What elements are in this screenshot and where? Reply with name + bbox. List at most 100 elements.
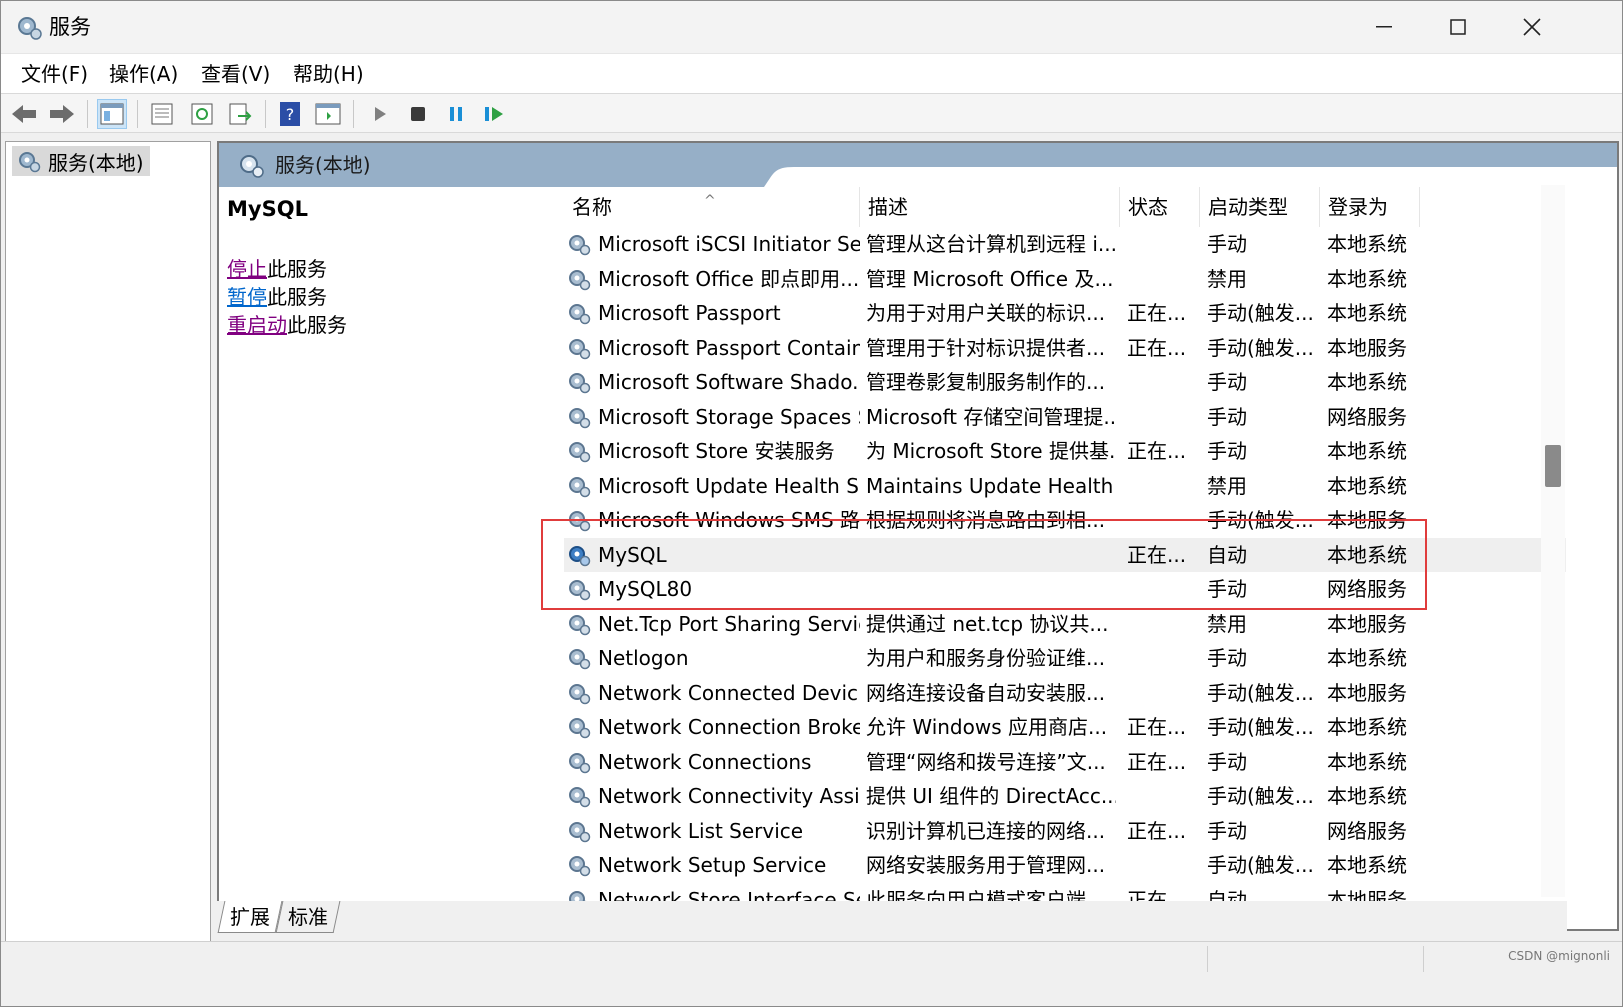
console-button[interactable] [313, 99, 343, 129]
scrollbar-thumb[interactable] [1545, 445, 1561, 487]
service-name: Microsoft Update Health S... [598, 473, 860, 498]
service-row[interactable]: Microsoft iSCSI Initiator Ser... 管理从这台计算机… [564, 227, 1566, 262]
restart-service-button[interactable] [479, 99, 509, 129]
service-name: MySQL [598, 542, 667, 567]
service-description: 为 Microsoft Store 提供基... [866, 439, 1116, 463]
service-row[interactable]: Net.Tcp Port Sharing Service 提供通过 net.tcp… [564, 607, 1566, 642]
selected-service-name: MySQL [227, 197, 308, 221]
service-description: 为用户和服务身份验证维... [866, 646, 1106, 670]
service-startup-type: 手动 [1207, 818, 1247, 843]
tab-standard-label: 标准 [288, 905, 328, 929]
close-button[interactable] [1495, 1, 1569, 53]
restart-service-link[interactable]: 重启动 [227, 313, 287, 337]
pause-service-link[interactable]: 暂停 [227, 285, 267, 309]
service-status: 正在... [1127, 542, 1187, 567]
pane-header: 服务(本地) [219, 143, 1617, 187]
service-startup-type: 手动(触发... [1207, 784, 1314, 808]
service-logon-as: 本地系统 [1327, 266, 1407, 291]
menu-file[interactable]: 文件(F) [21, 60, 88, 88]
service-startup-type: 手动 [1207, 370, 1247, 394]
export-icon [229, 103, 252, 125]
toolbar: ? [1, 93, 1622, 133]
show-hide-tree-button[interactable] [97, 99, 127, 129]
tab-standard[interactable]: 标准 [275, 901, 341, 933]
service-row[interactable]: Microsoft Passport Container 管理用于针对标识提供者.… [564, 331, 1566, 366]
column-header-description[interactable]: 描述 [860, 187, 1120, 227]
service-status: 正在... [1127, 749, 1187, 774]
svg-text:?: ? [286, 105, 295, 124]
column-header-name[interactable]: 名称 ^ [564, 187, 860, 227]
service-row[interactable]: MySQL 正在... 自动 本地系统 [564, 537, 1566, 572]
action-pause-row: 暂停此服务 [227, 283, 327, 311]
forward-button[interactable] [47, 99, 77, 129]
services-gear-icon [19, 152, 41, 173]
service-row[interactable]: Network Connection Broker 允许 Windows 应用商店… [564, 710, 1566, 745]
service-logon-as: 本地系统 [1327, 715, 1407, 739]
service-row[interactable]: Microsoft Windows SMS 路... 根据规则将消息路由到相...… [564, 503, 1566, 538]
menu-help[interactable]: 帮助(H) [293, 60, 364, 88]
tab-extended[interactable]: 扩展 [217, 901, 283, 933]
back-button[interactable] [9, 99, 39, 129]
service-row[interactable]: Network Connections 管理“网络和拨号连接”文... 正在... 手… [564, 745, 1566, 780]
service-row[interactable]: MySQL80 手动 网络服务 [564, 572, 1566, 607]
service-row[interactable]: Microsoft Passport 为用于对用户关联的标识... 正在... 手动(… [564, 296, 1566, 331]
services-window: 服务 文件(F) 操作(A) 查看(V) 帮助(H) ? 服务(本地) 服务(本… [0, 0, 1623, 1007]
service-startup-type: 手动 [1207, 439, 1247, 463]
service-logon-as: 网络服务 [1327, 818, 1407, 843]
menu-view[interactable]: 查看(V) [201, 60, 270, 88]
show-hide-tree-icon [100, 103, 124, 125]
service-row[interactable]: Netlogon 为用户和服务身份验证维... 手动 本地系统 [564, 641, 1566, 676]
service-name: Microsoft Windows SMS 路... [598, 508, 860, 532]
minimize-button[interactable] [1347, 1, 1421, 53]
service-name: Network Connections [598, 749, 812, 774]
action-stop-row: 停止此服务 [227, 255, 327, 283]
refresh-button[interactable] [187, 99, 217, 129]
service-status: 正在... [1127, 715, 1187, 739]
tree-node-services-local[interactable]: 服务(本地) [12, 146, 150, 176]
service-logon-as: 网络服务 [1327, 577, 1407, 601]
status-separator [1423, 946, 1424, 972]
toolbar-separator [353, 100, 354, 128]
service-status: 正在... [1127, 439, 1187, 463]
properties-button[interactable] [147, 99, 177, 129]
stop-service-button[interactable] [403, 99, 433, 129]
service-logon-as: 本地系统 [1327, 473, 1407, 498]
service-row[interactable]: Microsoft Storage Spaces S...Microsoft 存… [564, 400, 1566, 435]
service-description: 根据规则将消息路由到相... [866, 508, 1106, 532]
pane-title: 服务(本地) [275, 153, 371, 177]
service-row[interactable]: Microsoft Update Health S... Maintains Up… [564, 469, 1566, 504]
services-gear-icon [18, 17, 42, 40]
service-logon-as: 网络服务 [1327, 404, 1407, 429]
service-description: 允许 Windows 应用商店... [866, 715, 1108, 739]
service-row[interactable]: Microsoft Store 安装服务 为 Microsoft Store 提供… [564, 434, 1566, 469]
service-gear-icon [569, 787, 591, 808]
console-tree: 服务(本地) [5, 141, 211, 971]
column-header-status[interactable]: 状态 [1120, 187, 1200, 227]
start-service-button[interactable] [365, 99, 395, 129]
service-name: Network Setup Service [598, 853, 827, 877]
service-row[interactable]: Network Connectivity Assis...提供 UI 组件的 D… [564, 779, 1566, 814]
menu-action[interactable]: 操作(A) [109, 60, 178, 88]
view-tabs: 扩展 标准 [211, 901, 1567, 935]
service-row[interactable]: Microsoft Office 即点即用... 管理 Microsoft Off… [564, 262, 1566, 297]
stop-service-link[interactable]: 停止 [227, 257, 267, 281]
service-row[interactable]: Network Setup Service 网络安装服务用于管理网... 手动(触发… [564, 848, 1566, 883]
action-suffix: 此服务 [267, 285, 327, 309]
service-row[interactable]: Network List Service 识别计算机已连接的网络... 正在... 手… [564, 814, 1566, 849]
service-startup-type: 手动 [1207, 577, 1247, 601]
service-row[interactable]: Microsoft Software Shado... 管理卷影复制服务制作的..… [564, 365, 1566, 400]
pause-service-button[interactable] [441, 99, 471, 129]
service-row[interactable]: Network Connected Devic... 网络连接设备自动安装服...… [564, 676, 1566, 711]
stop-service-icon [411, 107, 425, 121]
column-description-label: 描述 [868, 195, 908, 219]
export-list-button[interactable] [225, 99, 255, 129]
vertical-scrollbar[interactable] [1541, 185, 1565, 897]
service-gear-icon [569, 856, 591, 877]
help-button[interactable]: ? [275, 99, 305, 129]
maximize-button[interactable] [1421, 1, 1495, 53]
service-startup-type: 手动 [1207, 749, 1247, 774]
column-header-logon[interactable]: 登录为 [1320, 187, 1420, 227]
service-name: MySQL80 [598, 577, 693, 601]
refresh-icon [191, 103, 213, 125]
column-header-startup-type[interactable]: 启动类型 [1200, 187, 1320, 227]
